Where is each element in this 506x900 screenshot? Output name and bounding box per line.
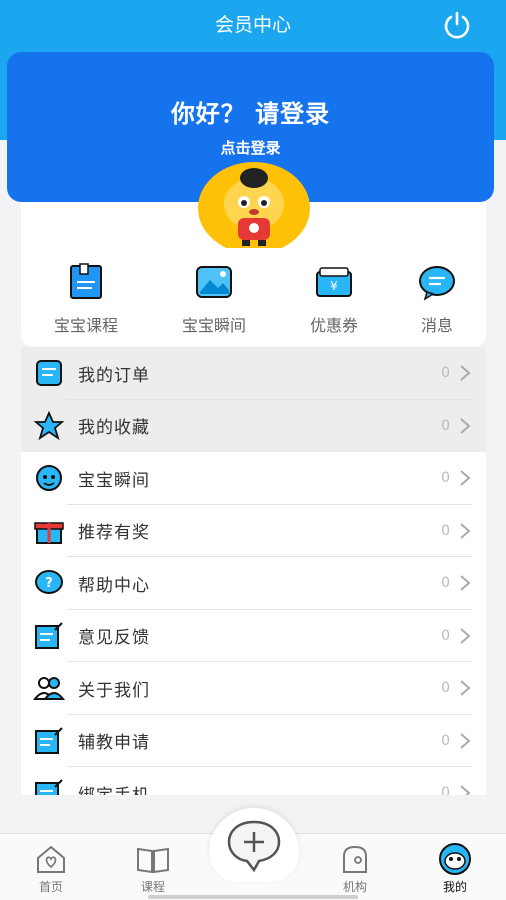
home-icon (37, 845, 65, 873)
menu-item-favorites[interactable]: 我的收藏 0 (21, 399, 486, 452)
chevron-right-icon (460, 732, 471, 749)
help-icon: ? (35, 570, 63, 595)
book-icon (70, 263, 102, 299)
tab-courses[interactable]: 课程 (118, 842, 188, 895)
open-book-icon (137, 847, 169, 874)
menu-item-bind-phone[interactable]: 绑定手机 0 (21, 767, 486, 795)
svg-text:¥: ¥ (330, 279, 338, 293)
add-chat-icon (227, 820, 281, 872)
message-icon (419, 266, 455, 301)
chevron-right-icon (460, 680, 471, 697)
quick-link-baby-moment[interactable]: 宝宝瞬间 (164, 262, 264, 336)
phone-bind-icon (35, 779, 63, 795)
tab-institution[interactable]: 机构 (320, 842, 390, 895)
home-indicator (148, 895, 358, 899)
star-icon (33, 410, 65, 440)
tab-home[interactable]: 首页 (16, 842, 86, 895)
menu-item-about[interactable]: 关于我们 0 (21, 662, 486, 715)
menu-item-help[interactable]: ? 帮助中心 0 (21, 557, 486, 610)
quick-link-coupon[interactable]: ¥ 优惠券 (284, 262, 384, 336)
feedback-icon (35, 622, 63, 649)
page-title: 会员中心 (214, 14, 291, 36)
svg-text:?: ? (45, 576, 53, 591)
power-icon[interactable] (440, 8, 474, 42)
login-link[interactable]: 点击登录 (7, 137, 494, 158)
chevron-right-icon (460, 627, 471, 644)
apply-icon (35, 727, 63, 754)
photo-icon (196, 266, 232, 298)
institution-icon (343, 845, 367, 873)
menu-item-orders[interactable]: 我的订单 0 (21, 347, 486, 400)
chevron-right-icon (460, 522, 471, 539)
menu-item-baby-moment[interactable]: 宝宝瞬间 0 (21, 452, 486, 505)
quick-link-baby-course[interactable]: 宝宝课程 (36, 262, 136, 336)
avatar[interactable] (196, 160, 312, 254)
coupon-icon: ¥ (316, 267, 352, 297)
chevron-right-icon (460, 417, 471, 434)
baby-icon (36, 465, 62, 492)
menu-list: 我的订单 0 我的收藏 0 宝宝瞬间 0 推荐有奖 0 ? 帮助中心 0 意见反… (21, 347, 486, 795)
login-title: 你好？ 请登录 (170, 100, 331, 128)
menu-item-apply[interactable]: 辅教申请 0 (21, 715, 486, 767)
center-add-button[interactable] (209, 808, 299, 882)
chevron-right-icon (460, 470, 471, 487)
menu-item-feedback[interactable]: 意见反馈 0 (21, 610, 486, 662)
monkey-icon (439, 843, 471, 875)
gift-icon (34, 522, 64, 544)
people-icon (33, 677, 65, 701)
chevron-right-icon (460, 575, 471, 592)
quick-link-messages[interactable]: 消息 (387, 262, 487, 336)
order-icon (36, 360, 62, 387)
chevron-right-icon (460, 365, 471, 382)
tab-mine[interactable]: 我的 (420, 842, 490, 895)
chevron-right-icon (460, 785, 471, 795)
menu-item-referral[interactable]: 推荐有奖 0 (21, 505, 486, 557)
